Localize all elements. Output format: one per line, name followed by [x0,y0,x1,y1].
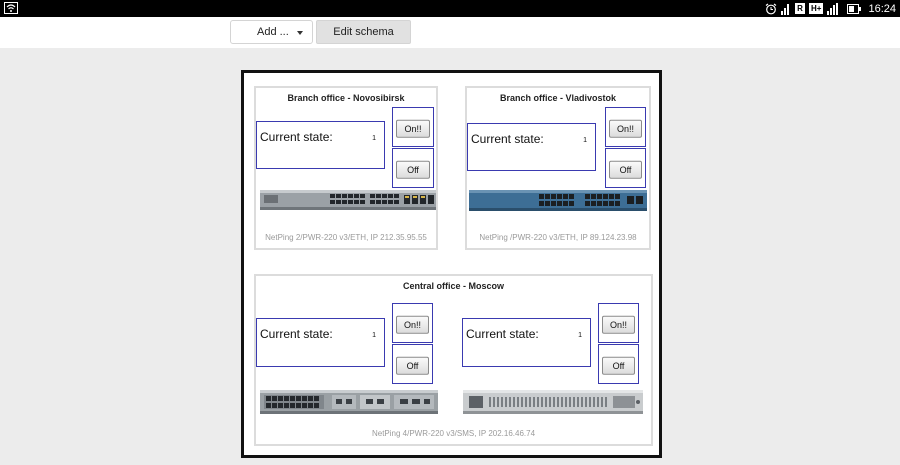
off-button[interactable]: Off [609,160,642,179]
current-state-label: Current state: [466,327,539,341]
panel-title: Branch office - Vladivostok [499,93,617,103]
off-button[interactable]: Off [396,356,429,375]
current-state-widget: Current state: 1 [256,121,385,169]
office-panel-vladivostok: Branch office - Vladivostok Current stat… [465,86,651,250]
alarm-icon [765,3,777,14]
battery-icon [847,3,862,14]
wifi-icon [4,2,18,14]
signal-icon [781,3,790,15]
on-button[interactable]: On!! [396,119,430,138]
current-state-label: Current state: [471,132,544,146]
schema-canvas: Branch office - Novosibirsk Current stat… [241,70,662,458]
caret-down-icon [297,31,303,35]
on-button[interactable]: On!! [396,315,429,334]
panel-caption: NetPing 4/PWR-220 v3/SMS, IP 202.16.46.7… [371,429,536,438]
on-button[interactable]: On!! [602,315,635,334]
current-state-value: 1 [372,332,376,339]
current-state-value: 1 [578,332,582,339]
network-switch-image [260,190,436,210]
toolbar: Add ... Edit schema [0,17,900,48]
current-state-value: 1 [583,137,587,144]
edit-schema-button[interactable]: Edit schema [316,20,411,44]
on-button-frame: On!! [392,303,433,343]
office-panel-moscow: Central office - Moscow Current state: 1… [254,274,653,446]
status-bar: R H+ 16:24 [0,0,900,17]
current-state-label: Current state: [260,130,333,144]
on-button[interactable]: On!! [609,119,642,138]
on-button-frame: On!! [598,303,639,343]
panel-caption: NetPing 2/PWR-220 v3/ETH, IP 212.35.95.5… [265,233,427,242]
network-switch-image [469,190,647,211]
panel-title: Branch office - Novosibirsk [287,93,405,103]
mobile-signal-icon [827,2,839,15]
current-state-widget: Current state: 1 [256,318,385,367]
current-state-value: 1 [372,135,376,142]
office-panel-novosibirsk: Branch office - Novosibirsk Current stat… [254,86,438,250]
on-button-frame: On!! [392,107,434,147]
current-state-label: Current state: [260,327,333,341]
router-image [260,390,438,414]
current-state-widget: Current state: 1 [467,123,596,171]
off-button[interactable]: Off [396,160,430,179]
add-dropdown-button[interactable]: Add ... [230,20,313,44]
panel-caption: NetPing /PWR-220 v3/ETH, IP 89.124.23.98 [479,233,637,242]
clock: 16:24 [868,2,896,15]
add-dropdown-label: Add ... [257,26,289,38]
off-button-frame: Off [392,344,433,384]
panel-title: Central office - Moscow [402,281,504,291]
off-button[interactable]: Off [602,356,635,375]
off-button-frame: Off [392,148,434,188]
off-button-frame: Off [605,148,646,188]
on-button-frame: On!! [605,107,646,147]
current-state-widget: Current state: 1 [462,318,591,367]
roaming-badge: R [795,3,806,14]
network-type-badge: H+ [809,3,824,14]
off-button-frame: Off [598,344,639,384]
server-image [463,390,643,414]
